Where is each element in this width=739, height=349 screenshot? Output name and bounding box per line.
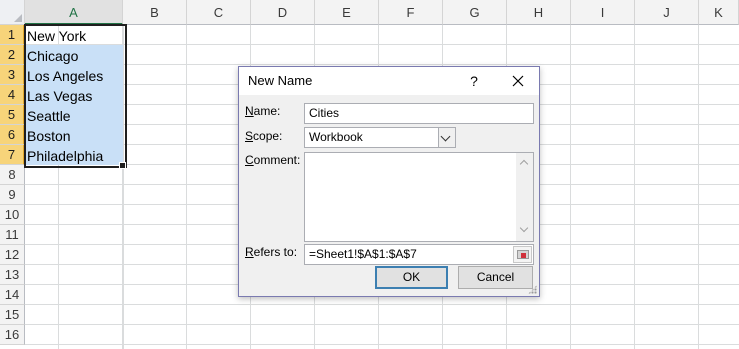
row-header[interactable]: 11 (0, 225, 25, 245)
row-header[interactable]: 7 (0, 145, 25, 165)
cell-a7[interactable]: Philadelphia (27, 146, 123, 166)
row-header[interactable]: 14 (0, 285, 25, 305)
scroll-down-icon[interactable] (519, 223, 529, 233)
row-headers: 1 2 3 4 5 6 7 8 9 10 11 12 13 14 15 16 (0, 25, 25, 349)
scroll-up-icon[interactable] (519, 159, 529, 169)
name-label: Name: (245, 104, 281, 118)
close-icon (512, 75, 524, 87)
column-header-g[interactable]: G (443, 0, 507, 25)
help-button[interactable]: ? (464, 69, 484, 93)
scope-select[interactable]: Workbook (304, 127, 456, 148)
name-input[interactable]: Cities (304, 103, 534, 124)
column-header-b[interactable]: B (123, 0, 187, 25)
chevron-down-icon[interactable] (438, 128, 455, 147)
comment-scrollbar[interactable] (516, 153, 533, 241)
row-header[interactable]: 1 (0, 25, 25, 45)
fill-handle[interactable] (119, 162, 126, 169)
collapse-dialog-button[interactable] (513, 246, 532, 263)
dialog-titlebar[interactable]: New Name ? (239, 67, 539, 95)
refers-to-value: =Sheet1!$A$1:$A$7 (309, 247, 417, 261)
column-header-f[interactable]: F (379, 0, 443, 25)
row-header[interactable]: 4 (0, 85, 25, 105)
select-all-button[interactable] (0, 0, 25, 25)
cell-a1[interactable]: New York (27, 26, 123, 46)
cell-a3[interactable]: Los Angeles (27, 66, 123, 86)
row-header[interactable]: 9 (0, 185, 25, 205)
ok-button[interactable]: OK (375, 266, 448, 289)
row-header[interactable]: 2 (0, 45, 25, 65)
column-header-c[interactable]: C (187, 0, 251, 25)
name-input-value: Cities (309, 106, 340, 120)
cell-a6[interactable]: Boston (27, 126, 123, 146)
row-header[interactable]: 8 (0, 165, 25, 185)
row-header[interactable]: 6 (0, 125, 25, 145)
row-header[interactable]: 15 (0, 305, 25, 325)
cancel-button[interactable]: Cancel (458, 266, 533, 289)
row-header[interactable]: 13 (0, 265, 25, 285)
row-header[interactable]: 3 (0, 65, 25, 85)
row-header[interactable]: 10 (0, 205, 25, 225)
scope-select-value: Workbook (309, 130, 363, 144)
comment-label: Comment: (245, 153, 301, 167)
row-header[interactable]: 12 (0, 245, 25, 265)
row-header[interactable]: 16 (0, 325, 25, 345)
cell-a2[interactable]: Chicago (27, 46, 123, 66)
comment-textarea[interactable] (304, 152, 534, 242)
refers-to-label: Refers to: (245, 245, 298, 259)
refers-to-input[interactable]: =Sheet1!$A$1:$A$7 (304, 244, 534, 265)
column-header-h[interactable]: H (507, 0, 571, 25)
row-header[interactable]: 5 (0, 105, 25, 125)
cell-a5[interactable]: Seattle (27, 106, 123, 126)
new-name-dialog: New Name ? Name: Cities Scope: Workbook … (238, 66, 540, 297)
column-header-a[interactable]: A (25, 0, 123, 25)
scope-label: Scope: (245, 129, 283, 143)
column-header-e[interactable]: E (315, 0, 379, 25)
column-header-k[interactable]: K (699, 0, 739, 25)
column-headers: A B C D E F G H I J K (25, 0, 739, 25)
column-header-j[interactable]: J (635, 0, 699, 25)
dialog-title: New Name (248, 73, 313, 88)
column-header-i[interactable]: I (571, 0, 635, 25)
cell-a4[interactable]: Las Vegas (27, 86, 123, 106)
close-button[interactable] (503, 69, 533, 93)
column-header-d[interactable]: D (251, 0, 315, 25)
